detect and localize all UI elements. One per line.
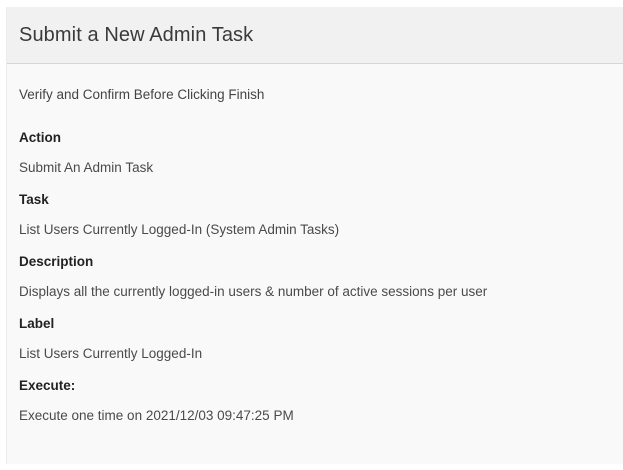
task-value: List Users Currently Logged-In (System A… bbox=[19, 222, 340, 237]
action-label: Action bbox=[19, 130, 61, 145]
summary-body: Verify and Confirm Before Clicking Finis… bbox=[7, 64, 623, 426]
execute-value: Execute one time on 2021/12/03 09:47:25 … bbox=[19, 408, 294, 423]
description-value: Displays all the currently logged-in use… bbox=[19, 284, 488, 299]
execute-label: Execute: bbox=[19, 378, 76, 393]
admin-task-panel: Submit a New Admin Task Verify and Confi… bbox=[6, 7, 623, 464]
label-label: Label bbox=[19, 316, 55, 331]
action-value: Submit An Admin Task bbox=[19, 160, 154, 175]
task-label: Task bbox=[19, 192, 49, 207]
label-value: List Users Currently Logged-In bbox=[19, 346, 203, 361]
confirmation-instruction: Verify and Confirm Before Clicking Finis… bbox=[19, 87, 265, 102]
panel-title: Submit a New Admin Task bbox=[19, 23, 254, 46]
panel-header: Submit a New Admin Task bbox=[7, 7, 623, 64]
description-label: Description bbox=[19, 254, 94, 269]
